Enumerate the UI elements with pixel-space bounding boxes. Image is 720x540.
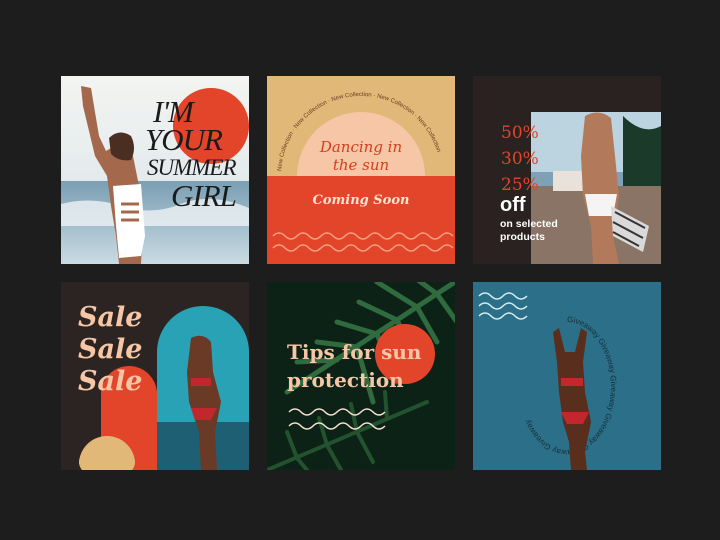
discount-30: 30%: [501, 149, 539, 169]
sale-line-3: Sale: [78, 366, 143, 397]
coming-soon-label: Coming Soon: [312, 193, 410, 208]
post-template-summer-girl[interactable]: I'M YOUR SUMMER GIRL: [61, 76, 249, 264]
giveaway-graphic: Giveaway Giveaway Giveaway Giveaway Give…: [473, 282, 661, 470]
sale-line-1: Sale: [78, 302, 143, 333]
post-template-discount[interactable]: 50% 30% 25% off on selected products: [473, 76, 661, 264]
post-template-sale[interactable]: Sale Sale Sale: [61, 282, 249, 470]
discount-50: 50%: [501, 123, 539, 143]
sale-line-2: Sale: [78, 334, 143, 365]
headline: Dancing in the sun: [319, 138, 403, 174]
post-template-sun-tips[interactable]: Tips for sun protection: [267, 282, 455, 470]
subtext-line-1: on selected: [500, 218, 558, 230]
subtext-line-2: products: [500, 231, 545, 243]
off-label: off: [500, 194, 526, 216]
post-template-dancing-in-the-sun[interactable]: New Collection · New Collection · New Co…: [267, 76, 455, 264]
headline-line-2: YOUR: [145, 122, 223, 157]
tips-line-1: Tips for sun: [287, 340, 422, 364]
tips-line-2: protection: [287, 368, 404, 392]
headline-line-4: GIRL: [171, 178, 237, 213]
post-template-giveaway[interactable]: Giveaway Giveaway Giveaway Giveaway Give…: [473, 282, 661, 470]
